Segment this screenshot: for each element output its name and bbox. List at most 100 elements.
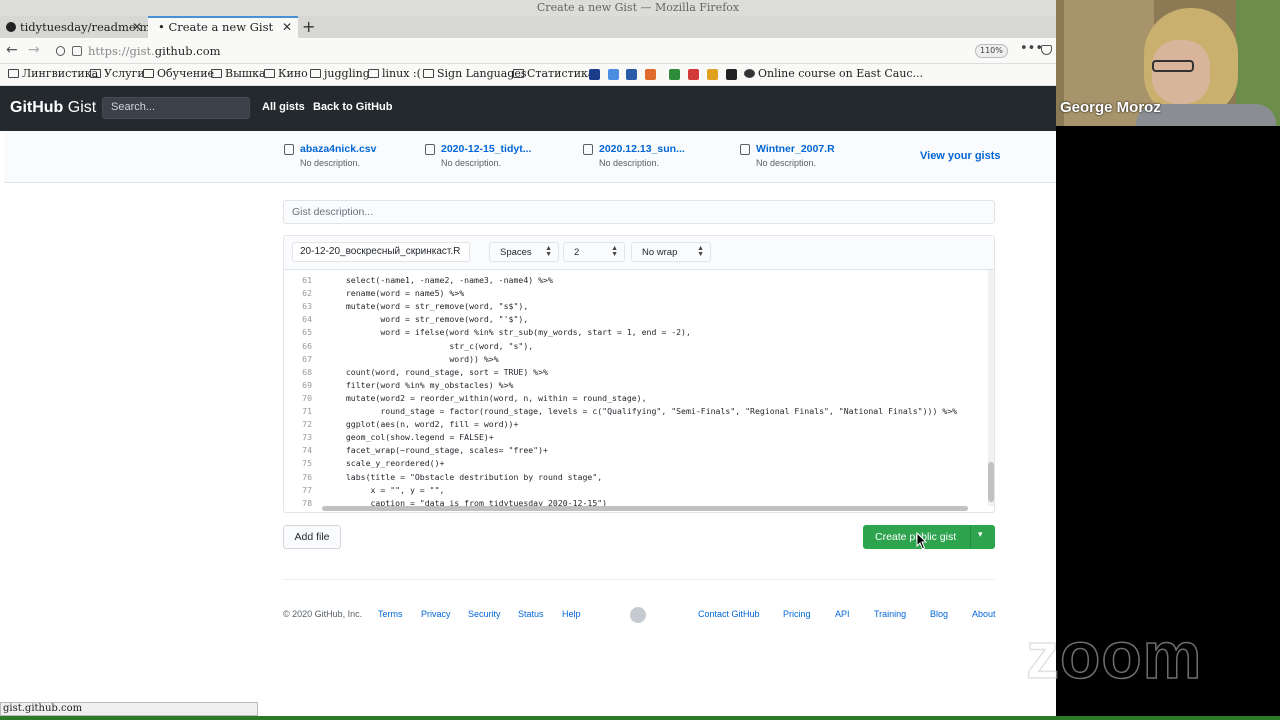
bookmark-kino[interactable]: Кино [264, 67, 308, 80]
bookmark-favicon-icon[interactable] [608, 69, 619, 80]
code-line[interactable]: 69 filter(word %in% my_obstacles) %>% [284, 379, 513, 392]
code-text[interactable]: count(word, round_stage, sort = TRUE) %>… [336, 367, 548, 377]
recent-gist-desc: No description. [756, 158, 817, 168]
code-text[interactable]: rename(word = name5) %>% [336, 288, 464, 298]
bookmark-favicon-icon[interactable] [589, 69, 600, 80]
code-text[interactable]: labs(title = "Obstacle destribution by r… [336, 472, 602, 482]
code-line[interactable]: 64 word = str_remove(word, "'$"), [284, 313, 528, 326]
code-line[interactable]: 67 word)) %>% [284, 353, 499, 366]
close-tab-icon[interactable]: ✕ [132, 16, 142, 38]
recent-gist-name[interactable]: abaza4nick.csv [300, 143, 376, 155]
dropdown-caret-icon[interactable]: ▾ [978, 529, 983, 540]
search-input[interactable]: Search... [102, 97, 250, 119]
code-text[interactable]: word)) %>% [336, 354, 498, 364]
code-text[interactable]: mutate(word = str_remove(word, "s$"), [336, 301, 528, 311]
footer-link-pricing[interactable]: Pricing [783, 609, 811, 619]
code-text[interactable]: str_c(word, "s"), [336, 341, 533, 351]
code-text[interactable]: ggplot(aes(n, word2, fill = word))+ [336, 419, 519, 429]
all-gists-link[interactable]: All gists [262, 101, 305, 113]
footer-link-about[interactable]: About [972, 609, 996, 619]
tab-create-gist[interactable]: • Create a new Gist ✕ [148, 16, 298, 38]
forward-icon[interactable]: → [28, 42, 40, 58]
code-line[interactable]: 62 rename(word = name5) %>% [284, 287, 464, 300]
bookmark-favicon-icon[interactable] [707, 69, 718, 80]
back-icon[interactable]: ← [6, 42, 18, 58]
code-line[interactable]: 72 ggplot(aes(n, word2, fill = word))+ [284, 418, 518, 431]
participant-video-tile[interactable]: George Moroz [1056, 0, 1280, 126]
code-editor[interactable]: 61 select(-name1, -name2, -name3, -name4… [284, 270, 988, 510]
bookmark-juggling[interactable]: juggling [310, 67, 370, 80]
bookmark-favicon-icon[interactable] [626, 69, 637, 80]
view-your-gists-link[interactable]: View your gists [920, 150, 1001, 162]
close-tab-icon[interactable]: ✕ [282, 18, 292, 36]
code-line[interactable]: 68 count(word, round_stage, sort = TRUE)… [284, 366, 548, 379]
tab-readme[interactable]: tidytuesday/readme.md ✕ [0, 16, 148, 38]
code-text[interactable]: word = ifelse(word %in% str_sub(my_words… [336, 327, 691, 337]
bookmark-favicon-icon[interactable] [645, 69, 656, 80]
bookmark-statistika[interactable]: Статистика [513, 67, 595, 80]
code-line[interactable]: 70 mutate(word2 = reorder_within(word, n… [284, 392, 647, 405]
code-line[interactable]: 63 mutate(word = str_remove(word, "s$"), [284, 300, 528, 313]
code-text[interactable]: scale_y_reordered()+ [336, 458, 445, 468]
bookmark-online-course[interactable]: Online course on East Cauc... [744, 67, 923, 80]
code-line[interactable]: 77 x = "", y = "", [284, 484, 444, 497]
code-line[interactable]: 66 str_c(word, "s"), [284, 340, 533, 353]
footer-link-privacy[interactable]: Privacy [421, 609, 451, 619]
bookmark-obuchenie[interactable]: Обучение [143, 67, 214, 80]
footer-link-help[interactable]: Help [562, 609, 581, 619]
code-line[interactable]: 75 scale_y_reordered()+ [284, 457, 444, 470]
recent-gist-name[interactable]: 2020.12.13_sun... [599, 143, 685, 155]
indent-size-select[interactable]: 2 ▲ ▼ [563, 242, 625, 262]
add-file-button[interactable]: Add file [283, 525, 341, 549]
code-text[interactable]: select(-name1, -name2, -name3, -name4) %… [336, 275, 553, 285]
footer-link-status[interactable]: Status [518, 609, 544, 619]
bookmark-favicon-icon[interactable] [669, 69, 680, 80]
address-bar[interactable]: https://gist.github.com [50, 41, 1005, 61]
code-text[interactable]: filter(word %in% my_obstacles) %>% [336, 380, 514, 390]
code-text[interactable]: x = "", y = "", [336, 485, 445, 495]
recent-gist-name[interactable]: Wintner_2007.R [756, 143, 835, 155]
bookmark-favicon-icon[interactable] [688, 69, 699, 80]
bookmark-linux[interactable]: linux :( [368, 67, 421, 80]
code-text[interactable]: facet_wrap(~round_stage, scales= "free")… [336, 445, 548, 455]
code-line[interactable]: 74 facet_wrap(~round_stage, scales= "fre… [284, 444, 548, 457]
bookmark-uslugi[interactable]: Услуги [90, 67, 145, 80]
code-text[interactable]: word = str_remove(word, "'$"), [336, 314, 528, 324]
recent-gist-name[interactable]: 2020-12-15_tidyt... [441, 143, 531, 155]
create-public-gist-button[interactable]: Create public gist ▾ [863, 525, 995, 549]
bookmark-favicon-icon[interactable] [726, 69, 737, 80]
footer-link-blog[interactable]: Blog [930, 609, 948, 619]
code-line[interactable]: 65 word = ifelse(word %in% str_sub(my_wo… [284, 326, 691, 339]
bookmark-sign-languages[interactable]: Sign Languages [423, 67, 527, 80]
code-line[interactable]: 71 round_stage = factor(round_stage, lev… [284, 405, 957, 418]
shield-icon[interactable] [56, 46, 65, 56]
filename-input[interactable]: 20-12-20_воскресный_скринкаст.R [292, 242, 470, 262]
zoom-level-badge[interactable]: 110% [975, 44, 1008, 58]
code-line[interactable]: 76 labs(title = "Obstacle destribution b… [284, 471, 602, 484]
footer-link-api[interactable]: API [835, 609, 850, 619]
wrap-mode-select[interactable]: No wrap ▲ ▼ [631, 242, 711, 262]
editor-vertical-scrollbar[interactable] [988, 270, 994, 506]
code-text[interactable]: geom_col(show.legend = FALSE)+ [336, 432, 494, 442]
lock-icon[interactable] [72, 46, 82, 56]
more-actions-icon[interactable]: ••• [1020, 41, 1043, 56]
indent-mode-select[interactable]: Spaces ▲ ▼ [489, 242, 559, 262]
code-text[interactable]: round_stage = factor(round_stage, levels… [336, 406, 957, 416]
footer-link-contact[interactable]: Contact GitHub [698, 609, 760, 619]
scrollbar-thumb[interactable] [988, 462, 994, 502]
new-tab-icon[interactable]: + [302, 16, 315, 38]
gist-description-input[interactable]: Gist description... [283, 200, 995, 224]
bookmark-vyshka[interactable]: Вышка [211, 67, 266, 80]
pocket-icon[interactable] [1041, 45, 1052, 55]
footer-link-security[interactable]: Security [468, 609, 501, 619]
code-line[interactable]: 61 select(-name1, -name2, -name3, -name4… [284, 274, 553, 287]
code-line[interactable]: 73 geom_col(show.legend = FALSE)+ [284, 431, 494, 444]
github-gist-logo[interactable]: GitHub Gist [10, 99, 96, 117]
github-mark-icon[interactable] [630, 607, 646, 623]
back-to-github-link[interactable]: Back to GitHub [313, 101, 392, 113]
bookmark-lingvistika[interactable]: Лингвистика [8, 67, 98, 80]
footer-link-training[interactable]: Training [874, 609, 906, 619]
footer-link-terms[interactable]: Terms [378, 609, 403, 619]
code-text[interactable]: mutate(word2 = reorder_within(word, n, w… [336, 393, 647, 403]
editor-horizontal-scrollbar[interactable] [322, 506, 968, 511]
